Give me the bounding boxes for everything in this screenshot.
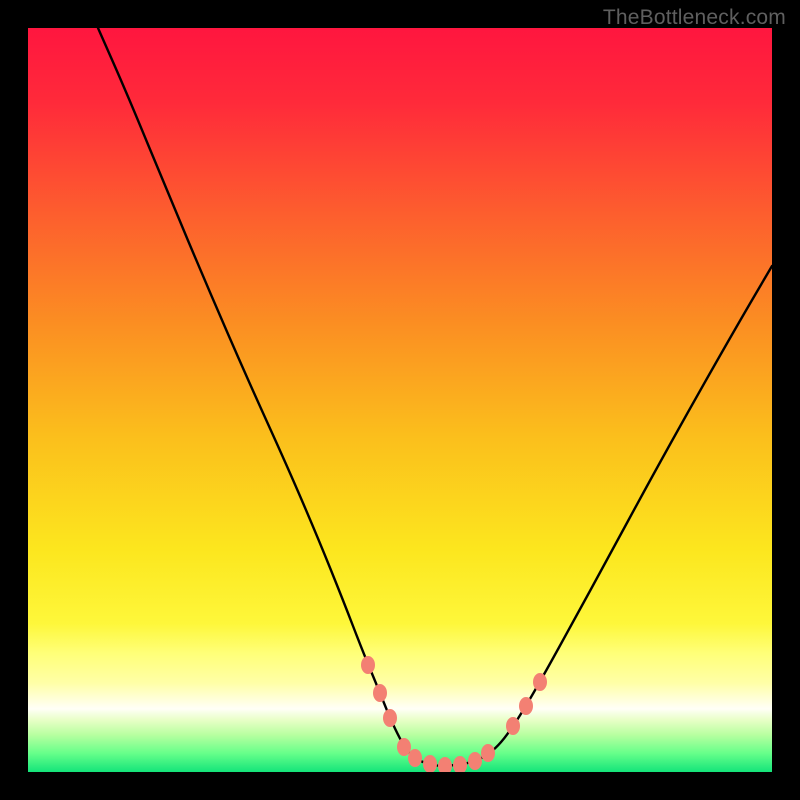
plot-area [28,28,772,772]
marker-point [383,709,397,727]
marker-point [361,656,375,674]
marker-point [519,697,533,715]
marker-point [481,744,495,762]
chart-background [28,28,772,772]
marker-point [408,749,422,767]
marker-point [533,673,547,691]
watermark-text: TheBottleneck.com [603,6,786,30]
chart-frame: TheBottleneck.com [0,0,800,800]
chart-svg [28,28,772,772]
marker-point [506,717,520,735]
marker-point [397,738,411,756]
marker-point [373,684,387,702]
marker-point [468,752,482,770]
